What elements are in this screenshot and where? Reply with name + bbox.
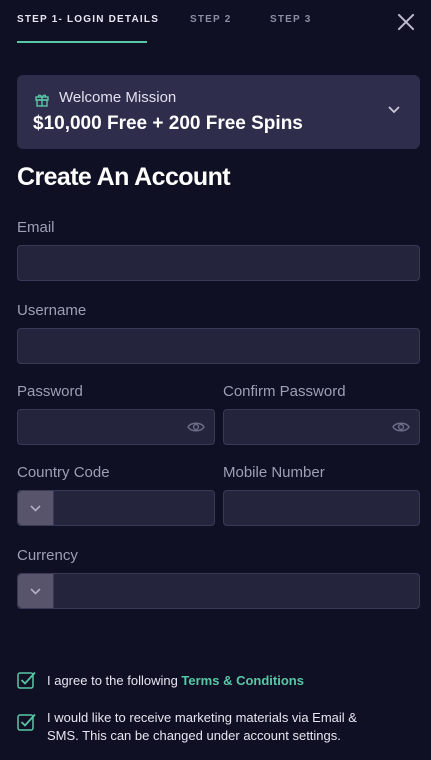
eye-icon[interactable] [187, 420, 205, 434]
country-code-dropdown-button[interactable] [18, 491, 54, 525]
email-field-wrapper [17, 245, 420, 281]
mobile-number-field-wrapper [223, 490, 420, 526]
marketing-checkbox[interactable] [17, 712, 37, 732]
email-label: Email [17, 219, 55, 236]
password-field-wrapper [17, 409, 215, 445]
welcome-promo-dropdown[interactable]: Welcome Mission $10,000 Free + 200 Free … [17, 75, 420, 149]
country-code-label: Country Code [17, 464, 110, 481]
password-field[interactable] [18, 410, 214, 444]
marketing-text-line-2: SMS. This can be changed under account s… [47, 728, 341, 743]
close-icon[interactable] [395, 11, 417, 33]
promo-title: $10,000 Free + 200 Free Spins [33, 113, 303, 134]
terms-conditions-link[interactable]: Terms & Conditions [181, 673, 304, 688]
marketing-text: I would like to receive marketing materi… [47, 709, 357, 745]
confirm-password-field-wrapper [223, 409, 420, 445]
chevron-down-icon [30, 505, 41, 512]
email-field[interactable] [18, 246, 419, 280]
terms-text: I agree to the following Terms & Conditi… [47, 672, 304, 690]
username-field[interactable] [18, 329, 419, 363]
currency-dropdown-button[interactable] [18, 574, 54, 608]
username-field-wrapper [17, 328, 420, 364]
chevron-down-icon [388, 106, 400, 114]
tab-step-3[interactable]: STEP 3 [270, 14, 311, 25]
terms-checkbox[interactable] [17, 670, 37, 690]
marketing-text-line-1: I would like to receive marketing materi… [47, 710, 357, 725]
active-tab-indicator [17, 41, 147, 43]
tab-step-2[interactable]: STEP 2 [190, 14, 231, 25]
username-label: Username [17, 302, 87, 319]
country-code-select [17, 490, 215, 526]
mobile-number-label: Mobile Number [223, 464, 325, 481]
currency-label: Currency [17, 547, 78, 564]
currency-input[interactable] [18, 574, 419, 608]
chevron-down-icon [30, 588, 41, 595]
password-label: Password [17, 383, 83, 400]
eye-icon[interactable] [392, 420, 410, 434]
mobile-number-field[interactable] [224, 491, 419, 525]
page-title: Create An Account [17, 163, 231, 191]
terms-prefix: I agree to the following [47, 673, 182, 688]
step-tabs: STEP 1- LOGIN DETAILS STEP 2 STEP 3 [0, 0, 431, 44]
promo-subtitle: Welcome Mission [59, 89, 177, 106]
tab-step-1[interactable]: STEP 1- LOGIN DETAILS [17, 14, 159, 25]
currency-select [17, 573, 420, 609]
confirm-password-label: Confirm Password [223, 383, 346, 400]
confirm-password-field[interactable] [224, 410, 419, 444]
gift-icon [35, 94, 49, 107]
